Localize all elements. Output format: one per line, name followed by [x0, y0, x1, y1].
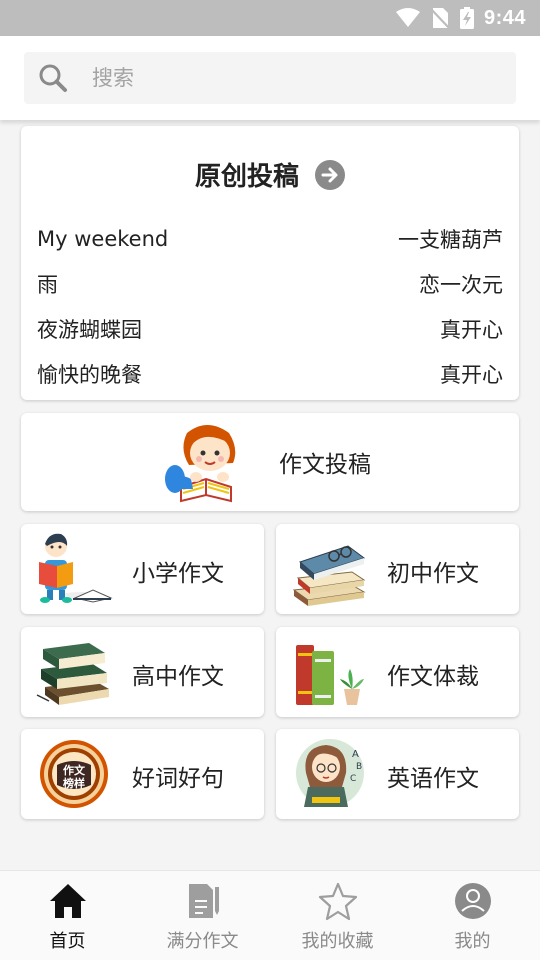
- book-stack-glasses-icon: [292, 545, 366, 606]
- bottom-nav: 首页 满分作文 我的收藏 我的: [0, 870, 540, 960]
- post-row[interactable]: 夜游蝴蝶园 真开心: [37, 306, 503, 351]
- status-bar: 9:44: [0, 0, 540, 36]
- search-icon[interactable]: [38, 63, 68, 93]
- star-icon: [318, 882, 357, 921]
- no-sim-icon: [430, 8, 450, 29]
- search-input[interactable]: [92, 66, 472, 90]
- status-time: 9:44: [483, 6, 526, 29]
- category-primary-school[interactable]: 小学作文: [21, 524, 264, 614]
- user-icon: [454, 883, 491, 919]
- category-label: 高中作文: [132, 664, 224, 690]
- essay-submit-card[interactable]: 作文投稿: [21, 413, 519, 511]
- category-label: 初中作文: [387, 561, 479, 587]
- child-reading-icon: [165, 425, 236, 503]
- post-author: 真开心: [440, 317, 503, 342]
- letter-a: A: [352, 749, 359, 760]
- post-author: 真开心: [440, 362, 503, 387]
- category-label: 英语作文: [387, 766, 479, 792]
- nav-label: 我的收藏: [301, 931, 374, 952]
- post-list: My weekend 一支糖葫芦 雨 恋一次元 夜游蝴蝶园 真开心 愉快的晚餐 …: [37, 216, 503, 396]
- girl-abc-icon: A B C: [296, 739, 364, 807]
- header: [0, 36, 540, 120]
- post-row[interactable]: My weekend 一支糖葫芦: [37, 216, 503, 261]
- post-author: 一支糖葫芦: [398, 227, 503, 252]
- category-high-school[interactable]: 高中作文: [21, 627, 264, 717]
- letter-c: C: [350, 774, 356, 784]
- student-reading-icon: [39, 533, 113, 603]
- featured-header[interactable]: 原创投稿: [21, 156, 519, 193]
- category-essay-genres[interactable]: 作文体裁: [276, 627, 519, 717]
- search-bar[interactable]: [24, 52, 516, 104]
- category-label: 作文体裁: [387, 664, 479, 690]
- nav-label: 我的: [454, 931, 491, 952]
- badge-text-bottom: 榜样: [63, 776, 85, 790]
- nav-label: 首页: [49, 931, 86, 952]
- featured-title: 原创投稿: [194, 162, 299, 192]
- post-title: 雨: [37, 272, 58, 297]
- post-row[interactable]: 雨 恋一次元: [37, 261, 503, 306]
- green-books-icon: [36, 643, 109, 705]
- document-pen-icon: [188, 884, 219, 918]
- featured-submissions-card: 原创投稿 My weekend 一支糖葫芦 雨 恋一次元 夜游蝴蝶园 真开心 愉…: [21, 126, 519, 400]
- post-title: My weekend: [37, 226, 169, 251]
- battery-charging-icon: [459, 7, 474, 29]
- category-good-words[interactable]: 作文 榜样 好词好句: [21, 729, 264, 819]
- category-label: 好词好句: [132, 766, 224, 792]
- books-plant-icon: [296, 645, 364, 705]
- category-middle-school[interactable]: 初中作文: [276, 524, 519, 614]
- home-icon: [49, 884, 86, 918]
- letter-b: B: [356, 762, 362, 772]
- post-author: 恋一次元: [419, 272, 503, 297]
- arrow-right-icon[interactable]: [315, 159, 345, 190]
- nav-full-marks[interactable]: 满分作文: [135, 871, 270, 960]
- badge-text-top: 作文: [63, 763, 86, 777]
- nav-home[interactable]: 首页: [0, 871, 135, 960]
- badge-emblem-icon: 作文 榜样: [40, 740, 108, 808]
- nav-label: 满分作文: [166, 931, 239, 952]
- category-english-essay[interactable]: A B C 英语作文: [276, 729, 519, 819]
- category-label: 小学作文: [132, 561, 224, 587]
- wifi-icon: [395, 8, 420, 27]
- nav-favorites[interactable]: 我的收藏: [270, 871, 405, 960]
- post-title: 愉快的晚餐: [37, 362, 142, 387]
- post-title: 夜游蝴蝶园: [37, 317, 142, 342]
- post-row[interactable]: 愉快的晚餐 真开心: [37, 351, 503, 396]
- nav-profile[interactable]: 我的: [405, 871, 540, 960]
- essay-submit-label: 作文投稿: [279, 452, 371, 478]
